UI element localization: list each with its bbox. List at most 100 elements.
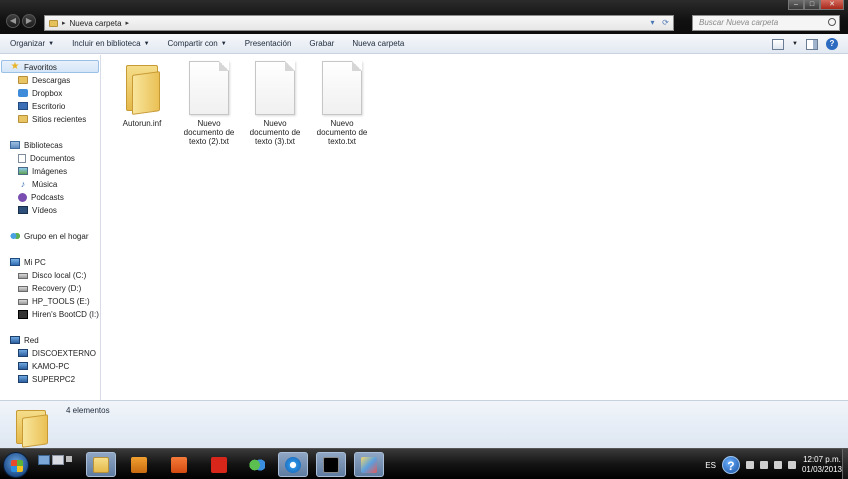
- clock-date: 01/03/2013: [801, 465, 842, 474]
- sidebar-item-mi-pc[interactable]: Mi PC: [10, 256, 46, 268]
- videos-icon: [18, 206, 28, 214]
- sidebar-item-podcasts[interactable]: Podcasts: [18, 191, 64, 203]
- sidebar-item-bibliotecas[interactable]: Bibliotecas: [10, 139, 63, 151]
- sidebar-item-hp-tools-e[interactable]: HP_TOOLS (E:): [18, 295, 90, 307]
- clock-time: 12:07 p.m.: [803, 455, 841, 464]
- file-list[interactable]: Autorun.inf Nuevo documento de texto (2)…: [102, 55, 848, 400]
- address-bar[interactable]: ▸ Nueva carpeta ▸ ▾ ⟳: [44, 15, 674, 31]
- chevron-right-icon[interactable]: ▸: [62, 19, 66, 27]
- explorer-icon: [93, 456, 109, 473]
- sidebar-item-videos[interactable]: Vídeos: [18, 204, 57, 216]
- sidebar-item-label: Vídeos: [32, 205, 57, 215]
- taskbar-pdf-reader[interactable]: [204, 452, 234, 477]
- back-button[interactable]: ◀: [6, 14, 20, 28]
- close-button[interactable]: ✕: [820, 0, 844, 10]
- burn-label: Grabar: [309, 39, 335, 48]
- sidebar-item-discoexterno[interactable]: DISCOEXTERNO: [18, 347, 96, 359]
- sidebar-item-hirens-bootcd-i[interactable]: Hiren's BootCD (I:): [18, 308, 99, 320]
- sidebar-item-musica[interactable]: ♪ Música: [18, 178, 58, 190]
- navigation-pane: ★ Favoritos Descargas Dropbox Escritorio…: [0, 55, 101, 400]
- include-library-menu[interactable]: Incluir en biblioteca ▼: [72, 39, 149, 48]
- file-item-nuevo-documento-3[interactable]: Nuevo documento de texto (3).txt: [245, 61, 305, 146]
- share-with-label: Compartir con: [167, 39, 218, 48]
- libraries-icon: [10, 141, 20, 149]
- sidebar-item-disco-local-c[interactable]: Disco local (C:): [18, 269, 86, 281]
- downloads-folder-icon: [18, 76, 28, 84]
- search-icon[interactable]: [828, 18, 836, 26]
- language-indicator[interactable]: ES: [705, 461, 716, 470]
- sidebar-item-grupo-hogar[interactable]: Grupo en el hogar: [10, 230, 89, 242]
- sidebar-item-recovery-d[interactable]: Recovery (D:): [18, 282, 81, 294]
- help-icon[interactable]: ?: [721, 456, 740, 474]
- burn-button[interactable]: Grabar: [309, 39, 334, 48]
- taskbar-paint[interactable]: [354, 452, 384, 477]
- music-icon: ♪: [20, 179, 26, 189]
- maximize-button[interactable]: □: [804, 0, 820, 10]
- clock[interactable]: 12:07 p.m. 01/03/2013: [802, 455, 842, 475]
- sidebar-item-label: Descargas: [32, 75, 71, 85]
- network-icon[interactable]: [773, 461, 782, 469]
- messenger-icon: [249, 456, 265, 473]
- show-desktop-button[interactable]: [842, 449, 848, 479]
- window-controls: – □ ✕: [788, 0, 844, 10]
- window-switch-icon[interactable]: [52, 455, 64, 465]
- show-desktop-icon[interactable]: [38, 455, 50, 465]
- sidebar-item-documentos[interactable]: Documentos: [18, 152, 75, 164]
- sidebar-item-superpc2[interactable]: SUPERPC2: [18, 373, 75, 385]
- slideshow-label: Presentación: [244, 39, 292, 48]
- taskbar-mail[interactable]: [164, 452, 194, 477]
- pdf-icon: [211, 456, 227, 473]
- sidebar-item-favoritos[interactable]: ★ Favoritos: [10, 61, 57, 73]
- organize-menu[interactable]: Organizar ▼: [10, 39, 54, 48]
- breadcrumb-item[interactable]: Nueva carpeta: [70, 19, 122, 28]
- taskbar-media-player[interactable]: [124, 452, 154, 477]
- start-button[interactable]: [3, 452, 29, 478]
- sidebar-item-label: Bibliotecas: [24, 140, 63, 150]
- minimize-button[interactable]: –: [788, 0, 804, 10]
- chevron-right-icon[interactable]: ▸: [126, 19, 130, 27]
- new-folder-button[interactable]: Nueva carpeta: [352, 39, 404, 48]
- change-view-icon[interactable]: [772, 38, 785, 50]
- slideshow-button[interactable]: Presentación: [245, 39, 292, 48]
- internet-explorer-icon: [285, 456, 301, 473]
- sidebar-item-imagenes[interactable]: Imágenes: [18, 165, 67, 177]
- search-input[interactable]: Buscar Nueva carpeta: [692, 15, 840, 31]
- taskbar-internet-explorer[interactable]: [278, 452, 308, 477]
- help-icon[interactable]: ?: [826, 38, 838, 50]
- sidebar-item-red[interactable]: Red: [10, 334, 39, 346]
- system-tray: ES ? 12:07 p.m. 01/03/2013: [705, 455, 842, 475]
- file-name: Nuevo documento de texto (2).txt: [183, 119, 235, 146]
- include-library-label: Incluir en biblioteca: [72, 39, 141, 48]
- sidebar-item-descargas[interactable]: Descargas: [18, 74, 70, 86]
- flag-icon[interactable]: [759, 461, 768, 469]
- sidebar-item-escritorio[interactable]: Escritorio: [18, 100, 65, 112]
- sidebar-item-dropbox[interactable]: Dropbox: [18, 87, 62, 99]
- taskbar-messenger[interactable]: [242, 452, 272, 477]
- quicklaunch-more-icon[interactable]: [66, 456, 72, 462]
- sidebar-item-label: DISCOEXTERNO: [32, 348, 97, 358]
- preview-pane-icon[interactable]: [806, 38, 818, 50]
- sidebar-item-kamo-pc[interactable]: KAMO-PC: [18, 360, 69, 372]
- taskbar-explorer[interactable]: [86, 452, 116, 477]
- nav-buttons: ◀ ▶: [6, 14, 36, 28]
- tray-arrow-icon[interactable]: [745, 461, 754, 469]
- caret-down-icon[interactable]: ▼: [792, 41, 798, 47]
- recent-places-icon: [18, 115, 28, 123]
- file-item-autorun[interactable]: Autorun.inf: [112, 61, 172, 128]
- file-item-nuevo-documento[interactable]: Nuevo documento de texto.txt: [312, 61, 372, 146]
- podcasts-icon: [18, 192, 27, 202]
- file-item-nuevo-documento-2[interactable]: Nuevo documento de texto (2).txt: [179, 61, 239, 146]
- caret-down-icon: ▼: [143, 40, 150, 47]
- refresh-icon[interactable]: ⟳: [660, 17, 671, 29]
- caret-down-icon: ▼: [48, 40, 55, 47]
- sidebar-item-label: Mi PC: [24, 257, 46, 267]
- dropdown-icon[interactable]: ▾: [647, 17, 658, 29]
- forward-button[interactable]: ▶: [22, 14, 36, 28]
- sidebar-item-label: Recovery (D:): [32, 283, 82, 293]
- sidebar-item-label: Red: [24, 335, 39, 345]
- sidebar-item-sitios-recientes[interactable]: Sitios recientes: [18, 113, 86, 125]
- share-with-menu[interactable]: Compartir con ▼: [168, 39, 227, 48]
- volume-icon[interactable]: [787, 461, 796, 469]
- taskbar-command-prompt[interactable]: [316, 452, 346, 477]
- desktop-icon: [18, 102, 28, 110]
